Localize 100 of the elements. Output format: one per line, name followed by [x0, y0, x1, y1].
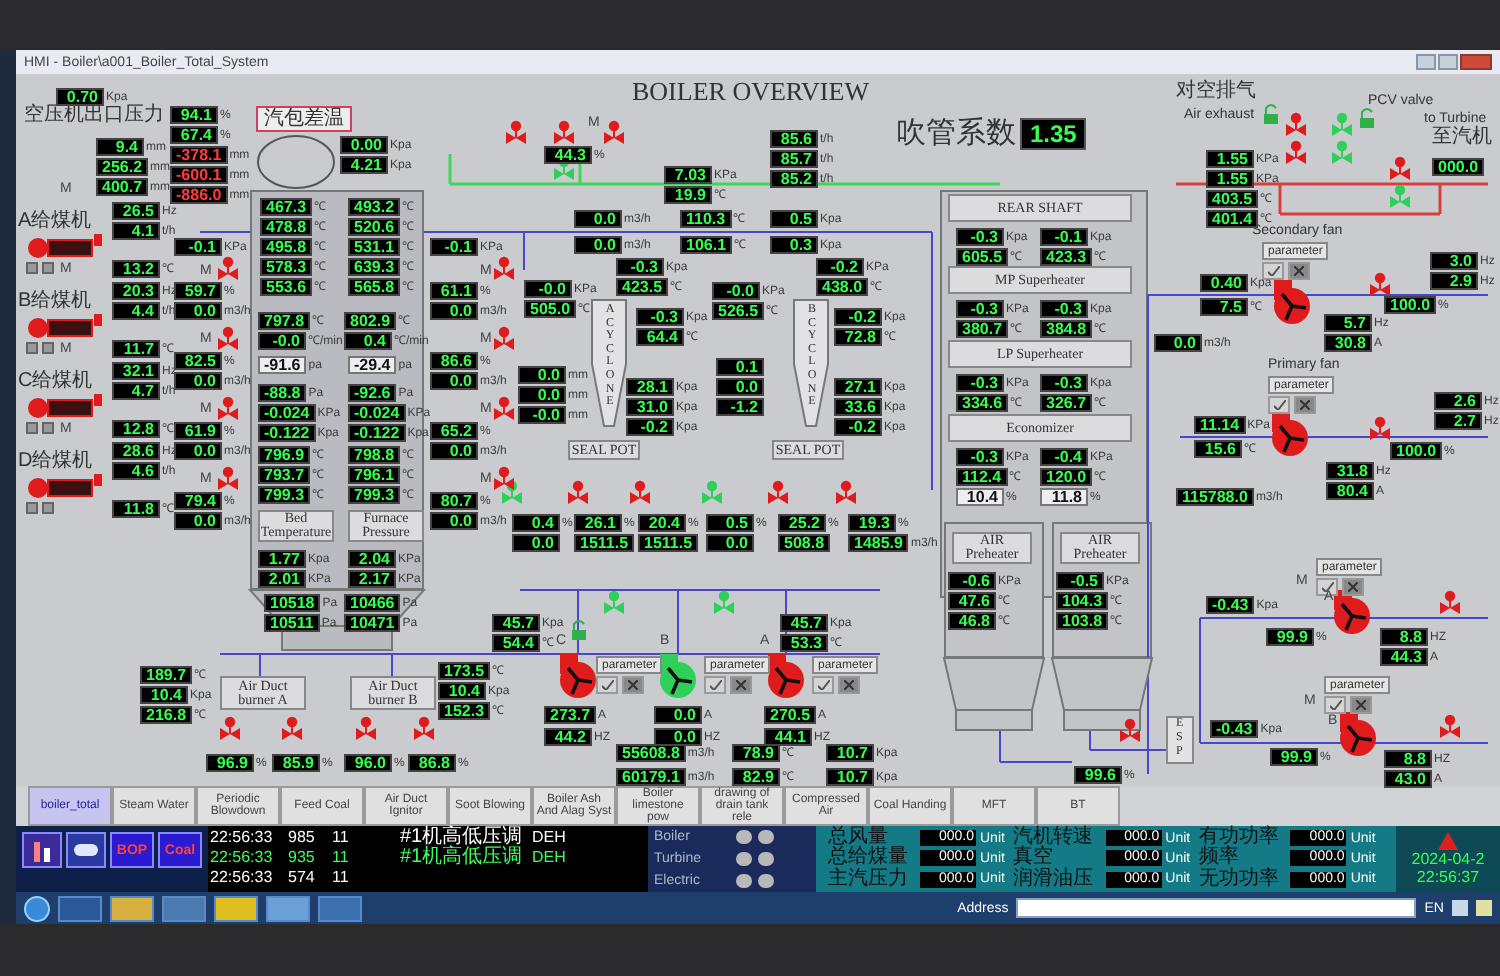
- check-button-icon[interactable]: [1262, 262, 1284, 280]
- value-display: -0.3: [956, 374, 1004, 392]
- address-field[interactable]: [1016, 898, 1417, 918]
- value-display: 30.8: [1324, 334, 1372, 352]
- check-button-icon[interactable]: [596, 676, 618, 694]
- fan-icon[interactable]: [1274, 280, 1310, 324]
- value-display: 798.8: [348, 446, 401, 464]
- value-display: 19.9: [664, 186, 712, 204]
- value-display: 0.0: [518, 386, 566, 404]
- screen-title: BOILER OVERVIEW: [632, 78, 869, 104]
- alarm-message: #1机高低压调: [400, 848, 525, 868]
- feeder-drawing: [28, 474, 102, 498]
- value-display: -0.2: [834, 308, 882, 326]
- fan-icon[interactable]: [1272, 412, 1308, 456]
- value-display: 0.0: [174, 302, 222, 320]
- value-display: 8.8: [1380, 628, 1428, 646]
- close-button-icon[interactable]: [1294, 396, 1316, 414]
- cyclone-drawing: [591, 299, 627, 427]
- value-display: 0.0: [430, 302, 478, 320]
- value-display: 0.5: [770, 210, 818, 228]
- value-display: -0.2: [816, 258, 864, 276]
- value-display: -0.0: [524, 280, 572, 298]
- value-display: 493.2: [348, 198, 401, 216]
- alarm-count: 11: [332, 870, 351, 886]
- value-display: 85.7: [770, 150, 818, 168]
- alarm-count: 11: [332, 830, 351, 846]
- value-display: 403.5: [1206, 190, 1259, 208]
- value-display: 26.1: [574, 514, 622, 532]
- value-display: -0.0: [258, 332, 306, 350]
- value-display: 520.6: [348, 218, 401, 236]
- value-display: 3.0: [1430, 252, 1478, 270]
- fan-icon[interactable]: [560, 654, 596, 698]
- value-display: 2.17: [348, 570, 396, 588]
- check-button-icon[interactable]: [1316, 578, 1338, 596]
- feeder-drawing: [28, 394, 102, 418]
- feeder-label: A给煤机: [18, 212, 92, 232]
- value-display: 2.6: [1434, 392, 1482, 410]
- value-display: -0.3: [636, 308, 684, 326]
- value-display: 33.6: [834, 398, 882, 416]
- value-display: 85.9: [272, 754, 320, 772]
- value-display: 10471: [344, 614, 401, 632]
- close-button-icon[interactable]: [730, 676, 752, 694]
- close-button-icon[interactable]: [838, 676, 860, 694]
- value-display: 28.1: [626, 378, 674, 396]
- minimize-icon[interactable]: [1416, 54, 1436, 70]
- value-display: 13.2: [112, 260, 160, 278]
- value-display: 605.5: [956, 248, 1009, 266]
- value-display: 46.8: [948, 612, 996, 630]
- value-display: -92.6: [348, 384, 397, 402]
- value-display: 639.3: [348, 258, 401, 276]
- check-button-icon[interactable]: [704, 676, 726, 694]
- value-display: -88.8: [258, 384, 307, 402]
- close-button-icon[interactable]: [1288, 262, 1310, 280]
- value-display: 80.7: [430, 492, 478, 510]
- fan-icon[interactable]: [660, 654, 696, 698]
- check-button-icon[interactable]: [1268, 396, 1290, 414]
- value-display: 173.5: [438, 662, 491, 680]
- value-display: -0.122: [258, 424, 316, 442]
- check-button-icon[interactable]: [812, 676, 834, 694]
- value-display: 96.9: [206, 754, 254, 772]
- value-display: 44.1: [764, 728, 812, 746]
- alarm-count: 11: [332, 850, 351, 866]
- value-display: 380.7: [956, 320, 1009, 338]
- value-display: 28.6: [112, 442, 160, 460]
- coefficient-label: 吹管系数: [896, 120, 1016, 150]
- status-label: 频率: [1198, 848, 1239, 869]
- check-button-icon[interactable]: [1324, 696, 1346, 714]
- start-button[interactable]: [24, 895, 50, 921]
- close-icon[interactable]: [1460, 54, 1492, 70]
- value-display: 10511: [264, 614, 320, 632]
- value-display: 104.3: [1056, 592, 1109, 610]
- value-display: 793.7: [258, 466, 311, 484]
- value-display: 553.6: [260, 278, 313, 296]
- fan-icon[interactable]: [1340, 712, 1376, 756]
- close-button-icon[interactable]: [1350, 696, 1372, 714]
- value-display: 0.0: [430, 442, 478, 460]
- value-display: 61.1: [430, 282, 478, 300]
- value-display: 1511.5: [574, 534, 635, 552]
- value-display: 78.9: [732, 744, 780, 762]
- value-display: 796.1: [348, 466, 401, 484]
- value-display: 67.4: [170, 126, 218, 144]
- value-display: 12.8: [112, 420, 160, 438]
- value-display: 0.0: [174, 442, 222, 460]
- value-display: 4.1: [112, 222, 160, 240]
- close-button-icon[interactable]: [1342, 578, 1364, 596]
- value-display: 45.7: [492, 614, 540, 632]
- fan-icon[interactable]: [768, 654, 804, 698]
- maximize-icon[interactable]: [1438, 54, 1458, 70]
- value-display: 0.0: [518, 366, 566, 384]
- value-display: 1485.9: [848, 534, 909, 552]
- value-display: -0.2: [626, 418, 674, 436]
- close-button-icon[interactable]: [622, 676, 644, 694]
- value-display: 8.8: [1384, 750, 1432, 768]
- value-display: -0.3: [1040, 300, 1088, 318]
- value-display: 54.4: [492, 634, 540, 652]
- value-display: 10518: [264, 594, 321, 612]
- status-label: 总给煤量: [828, 848, 910, 869]
- value-display: 10.7: [826, 744, 874, 762]
- value-display: 0.3: [770, 236, 818, 254]
- value-display: -29.4: [348, 356, 397, 374]
